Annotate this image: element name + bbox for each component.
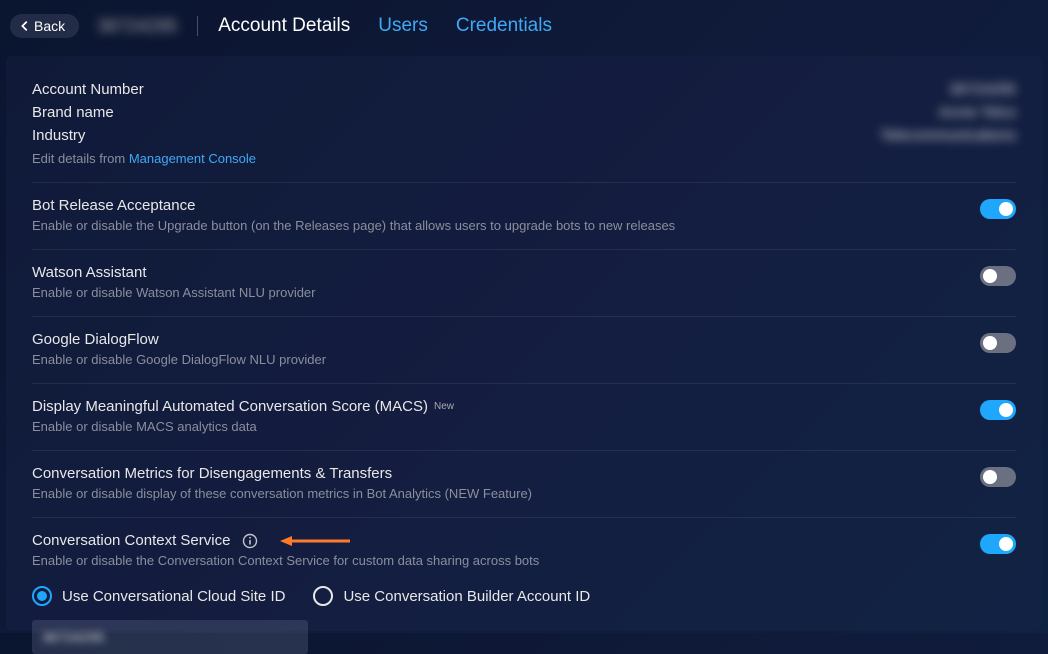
chevron-left-icon	[18, 19, 32, 33]
radio-label: Use Conversational Cloud Site ID	[62, 588, 285, 605]
topbar: Back 36724295 Account Details Users Cred…	[0, 0, 1048, 56]
info-label: Industry	[32, 127, 85, 144]
tabs: Account Details Users Credentials	[218, 15, 552, 37]
radio-use-cloud-site-id[interactable]: Use Conversational Cloud Site ID	[32, 586, 285, 606]
radio-indicator	[32, 586, 52, 606]
setting-desc: Enable or disable the Conversation Conte…	[32, 553, 980, 568]
info-value: Acme Telco	[939, 104, 1016, 121]
separator	[32, 249, 1016, 250]
info-row-brand: Brand name Acme Telco	[32, 101, 1016, 124]
input-value: 36724295	[42, 629, 104, 645]
tab-account-details[interactable]: Account Details	[218, 15, 350, 37]
toggle-knob	[999, 202, 1013, 216]
info-row-industry: Industry Telecommunications	[32, 124, 1016, 147]
radio-use-builder-account-id[interactable]: Use Conversation Builder Account ID	[313, 586, 590, 606]
toggle-knob	[983, 470, 997, 484]
toggle-knob	[999, 537, 1013, 551]
info-row-account-number: Account Number 36724295	[32, 78, 1016, 101]
separator	[32, 383, 1016, 384]
separator	[32, 517, 1016, 518]
setting-desc: Enable or disable Google DialogFlow NLU …	[32, 352, 980, 367]
setting-title: Display Meaningful Automated Conversatio…	[32, 398, 980, 415]
setting-desc: Enable or disable display of these conve…	[32, 486, 980, 501]
setting-title: Conversation Context Service	[32, 532, 980, 549]
setting-row-macs: Display Meaningful Automated Conversatio…	[32, 398, 1016, 434]
toggle-macs[interactable]	[980, 400, 1016, 420]
setting-left: Watson Assistant Enable or disable Watson…	[32, 264, 980, 300]
arrow-annotation-icon	[280, 534, 350, 548]
radio-label: Use Conversation Builder Account ID	[343, 588, 590, 605]
setting-desc: Enable or disable the Upgrade button (on…	[32, 218, 980, 233]
back-label: Back	[34, 18, 65, 34]
setting-row-conversation-context-service: Conversation Context Service Enable or di…	[32, 532, 1016, 568]
account-info-block: Account Number 36724295 Brand name Acme …	[32, 78, 1016, 166]
info-value: 36724295	[949, 81, 1016, 98]
setting-desc: Enable or disable Watson Assistant NLU p…	[32, 285, 980, 300]
info-icon[interactable]	[242, 533, 258, 549]
setting-left: Google DialogFlow Enable or disable Googl…	[32, 331, 980, 367]
setting-desc: Enable or disable MACS analytics data	[32, 419, 980, 434]
setting-title: Bot Release Acceptance	[32, 197, 980, 214]
toggle-bot-release-acceptance[interactable]	[980, 199, 1016, 219]
toggle-knob	[983, 269, 997, 283]
toggle-watson-assistant[interactable]	[980, 266, 1016, 286]
setting-title: Conversation Metrics for Disengagements …	[32, 465, 980, 482]
context-service-id-source: Use Conversational Cloud Site ID Use Con…	[32, 586, 1016, 606]
vertical-divider	[197, 16, 198, 36]
toggle-google-dialogflow[interactable]	[980, 333, 1016, 353]
toggle-conversation-context-service[interactable]	[980, 534, 1016, 554]
edit-details-note: Edit details from Management Console	[32, 151, 1016, 166]
management-console-link[interactable]: Management Console	[129, 151, 256, 166]
tab-users[interactable]: Users	[378, 15, 428, 37]
setting-row-conversation-metrics: Conversation Metrics for Disengagements …	[32, 465, 1016, 501]
setting-left: Conversation Metrics for Disengagements …	[32, 465, 980, 501]
toggle-knob	[983, 336, 997, 350]
tab-credentials[interactable]: Credentials	[456, 15, 552, 37]
info-value: Telecommunications	[880, 127, 1016, 144]
setting-left: Conversation Context Service Enable or di…	[32, 532, 980, 568]
setting-title: Watson Assistant	[32, 264, 980, 281]
setting-row-google-dialogflow: Google DialogFlow Enable or disable Googl…	[32, 331, 1016, 367]
separator	[32, 316, 1016, 317]
account-id-text: 36724295	[97, 16, 177, 37]
separator	[32, 450, 1016, 451]
info-label: Account Number	[32, 81, 144, 98]
toggle-knob	[999, 403, 1013, 417]
new-badge: New	[434, 401, 454, 412]
settings-panel: Account Number 36724295 Brand name Acme …	[6, 56, 1042, 631]
setting-left: Bot Release Acceptance Enable or disable …	[32, 197, 980, 233]
setting-row-watson-assistant: Watson Assistant Enable or disable Watson…	[32, 264, 1016, 300]
separator	[32, 182, 1016, 183]
context-service-id-input[interactable]: 36724295	[32, 620, 308, 654]
setting-row-bot-release-acceptance: Bot Release Acceptance Enable or disable …	[32, 197, 1016, 233]
radio-indicator	[313, 586, 333, 606]
back-button[interactable]: Back	[10, 14, 79, 38]
toggle-conversation-metrics[interactable]	[980, 467, 1016, 487]
info-label: Brand name	[32, 104, 114, 121]
setting-left: Display Meaningful Automated Conversatio…	[32, 398, 980, 434]
setting-title: Google DialogFlow	[32, 331, 980, 348]
